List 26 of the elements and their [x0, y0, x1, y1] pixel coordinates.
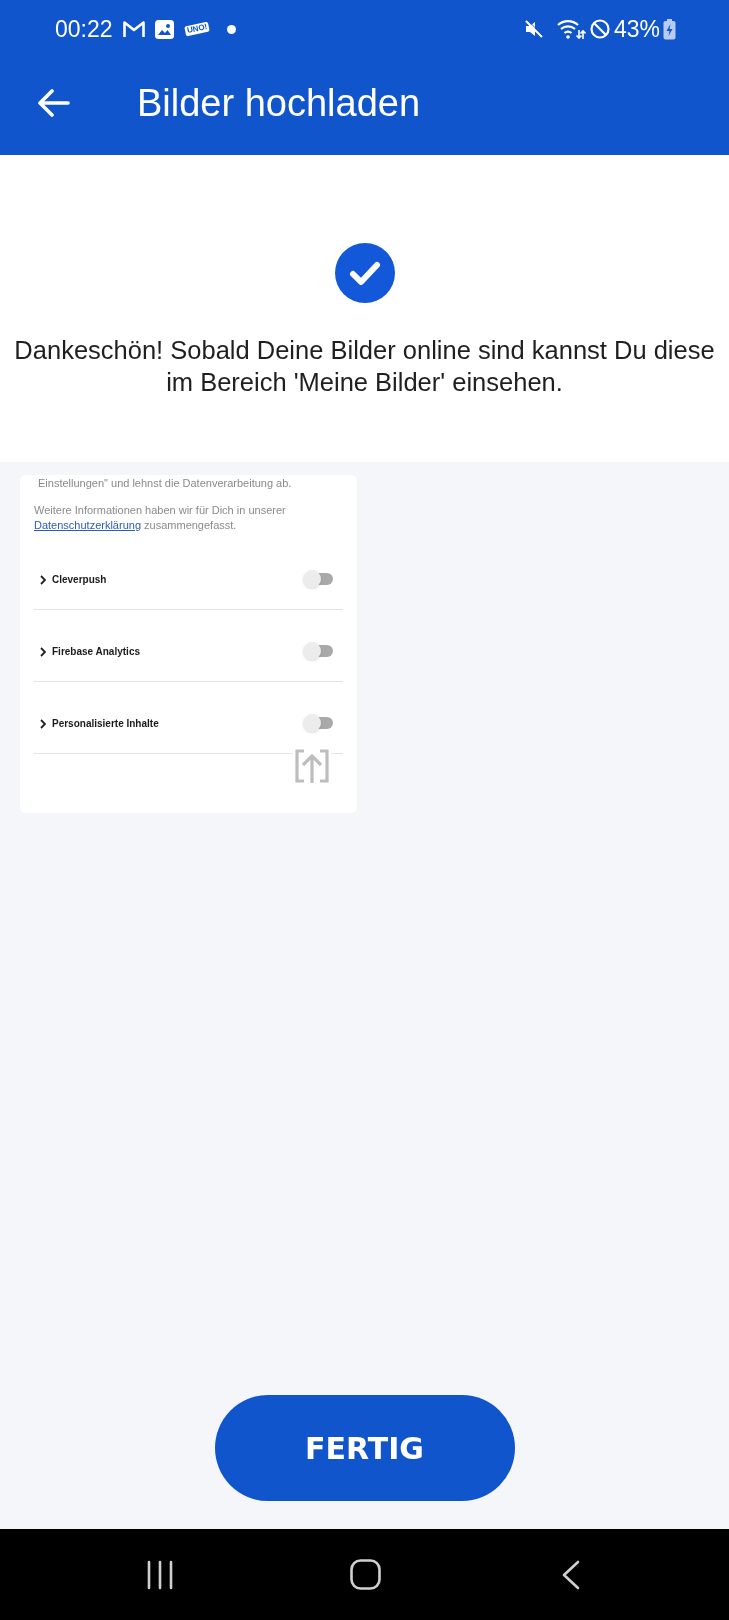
- setting-label: Cleverpush: [52, 573, 107, 587]
- gallery-icon: [154, 19, 174, 39]
- back-nav-button[interactable]: [561, 1559, 580, 1590]
- check-circle-icon: [334, 243, 395, 303]
- preview-text: Einstellungen" und lehnst die Datenverarbeitung ab.: [37, 476, 293, 490]
- done-button[interactable]: FERTIG: [214, 1395, 515, 1501]
- battery-percent: 43%: [613, 17, 660, 41]
- chevron-right-icon: [40, 647, 46, 657]
- app-notification-label: UNO!: [183, 21, 210, 37]
- chevron-right-icon: [40, 575, 46, 585]
- mail-icon: [121, 19, 146, 39]
- wifi-icon: [556, 18, 586, 40]
- privacy-info-text: Weitere Informationen haben wir für Dich in unserer Datenschutzerklärung zusammengefasst.: [34, 503, 287, 533]
- chevron-right-icon: [40, 719, 46, 729]
- setting-label: Firebase Analytics: [52, 645, 140, 659]
- setting-label: Personalisierte Inhalte: [52, 717, 159, 731]
- notification-dot-icon: [227, 24, 236, 34]
- screen-title: Bilder hochladen: [137, 83, 421, 122]
- confirmation-message: Dankeschön! Sobald Deine Bilder online sind kannst Du diese im Bereich 'Meine Bilder' einsehen.: [13, 335, 716, 398]
- back-arrow-icon: [36, 88, 70, 117]
- battery-charging-icon: [663, 18, 676, 40]
- status-time: 00:22: [55, 17, 113, 41]
- recent-apps-button[interactable]: [146, 1559, 174, 1590]
- do-not-disturb-icon: [589, 19, 610, 39]
- home-button[interactable]: [350, 1559, 381, 1590]
- mute-icon: [523, 19, 544, 39]
